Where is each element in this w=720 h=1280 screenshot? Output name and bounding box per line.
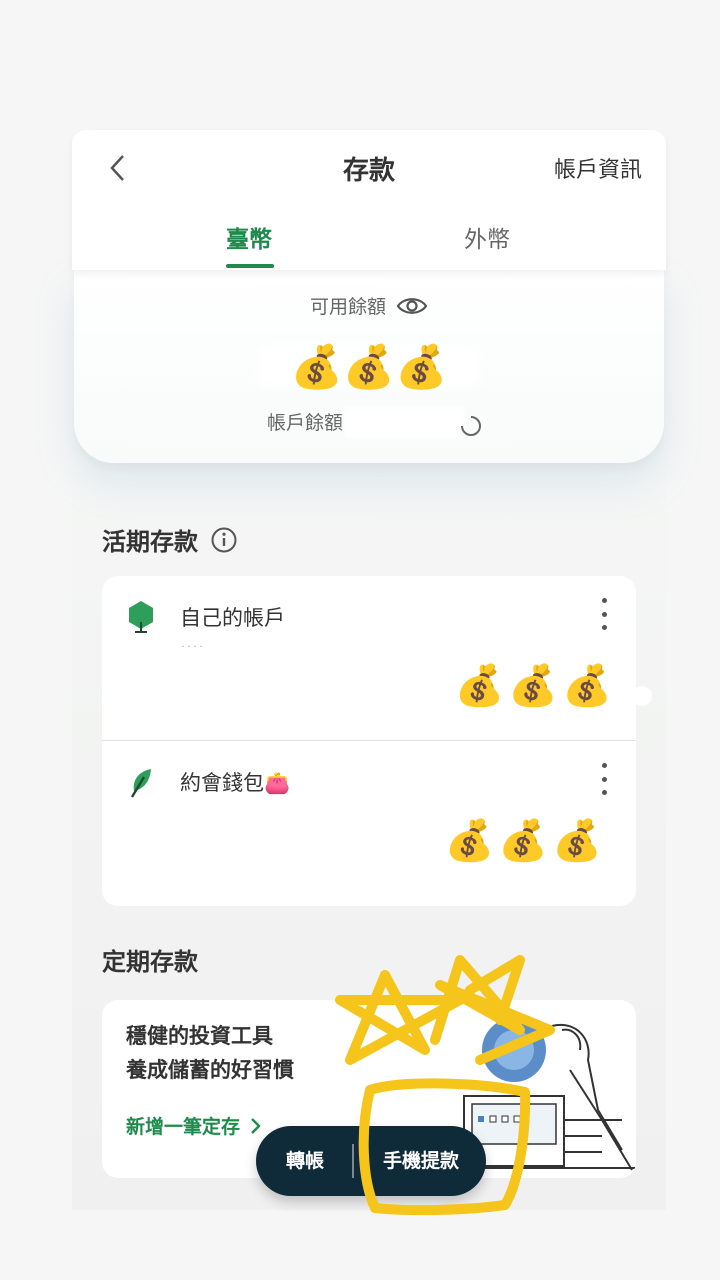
account-name: 約會錢包👛: [180, 771, 291, 795]
masked-area: [344, 408, 464, 438]
account-number-masked: ˙˙˙˙: [180, 644, 204, 658]
account-amount: 💰💰💰: [444, 818, 606, 864]
add-time-deposit-label: 新增一筆定存: [126, 1116, 241, 1138]
more-options-icon[interactable]: [594, 598, 614, 630]
tab-foreign-currency[interactable]: 外幣: [464, 220, 510, 254]
demand-deposit-title: 活期存款: [102, 528, 198, 556]
add-time-deposit-link[interactable]: 新增一筆定存: [126, 1112, 262, 1139]
account-item[interactable]: 約會錢包👛 💰💰💰: [102, 741, 636, 905]
account-info-link[interactable]: 帳戶資訊: [554, 152, 642, 184]
promo-line-2: 養成儲蓄的好習慣: [126, 1058, 294, 1082]
eye-icon[interactable]: [396, 295, 428, 317]
scroll-indicator: [632, 686, 652, 706]
active-tab-indicator: [226, 264, 274, 268]
available-balance-value: 💰💰💰: [290, 342, 448, 391]
fab-separator: [352, 1144, 354, 1178]
transfer-button[interactable]: 轉帳: [256, 1126, 354, 1196]
demand-accounts-card: 自己的帳戶 ˙˙˙˙ 💰💰💰 約會錢包👛 💰💰💰: [102, 576, 636, 906]
promo-line-1: 穩健的投資工具: [126, 1024, 273, 1048]
action-fab: 轉帳 手機提款: [256, 1126, 486, 1196]
refresh-icon[interactable]: [458, 413, 484, 439]
tab-twd[interactable]: 臺幣: [226, 220, 272, 254]
account-balance-label: 帳戶餘額: [267, 412, 344, 434]
mobile-withdraw-button[interactable]: 手機提款: [356, 1126, 486, 1196]
account-amount: 💰💰💰: [454, 663, 616, 709]
leaf-icon: [130, 769, 151, 798]
deposit-screen: 存款 帳戶資訊 臺幣 外幣 可用餘額 💰💰💰 帳戶餘額 活期存款 自己的帳戶 ˙…: [72, 130, 666, 1210]
account-name: 自己的帳戶: [180, 606, 285, 630]
demand-deposit-section-title: 活期存款: [102, 522, 238, 557]
account-item[interactable]: 自己的帳戶 ˙˙˙˙ 💰💰💰: [102, 576, 636, 740]
more-options-icon[interactable]: [594, 763, 614, 795]
balance-card: 可用餘額 💰💰💰 帳戶餘額: [74, 268, 664, 463]
available-balance-label: 可用餘額: [309, 296, 386, 318]
info-icon[interactable]: [210, 526, 238, 554]
header: 存款 帳戶資訊 臺幣 外幣: [72, 130, 666, 270]
time-deposit-section-title: 定期存款: [102, 948, 198, 976]
tree-icon: [129, 601, 153, 633]
available-balance-row: 可用餘額: [74, 292, 664, 319]
